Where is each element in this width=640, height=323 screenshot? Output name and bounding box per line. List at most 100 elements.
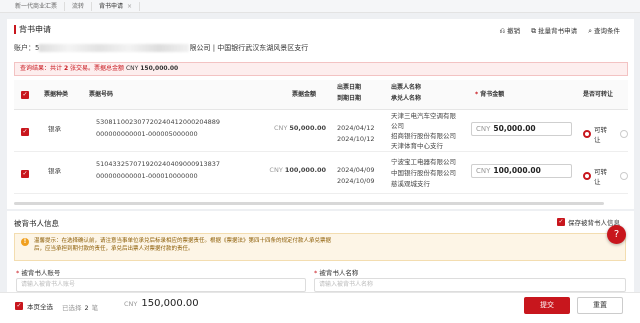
bill-type: 银承: [48, 167, 61, 175]
selected-prefix: 已选择: [62, 304, 82, 312]
acceptor-branch: 天津体育中心支行: [391, 142, 443, 150]
masked-account: [39, 44, 190, 52]
transferable-label: 可转让: [593, 126, 607, 144]
endorse-currency: CNY: [476, 167, 491, 175]
bill-type: 银承: [48, 125, 61, 133]
due-date: 2024/10/09: [337, 177, 375, 185]
checkbox-checked-icon: ✓: [557, 218, 565, 226]
endorsee-title: 被背书人信息: [14, 219, 59, 228]
total-currency: CNY: [124, 300, 138, 308]
bill-number-range: 000000000001-000010000000: [96, 172, 198, 180]
header-number: 票据号码: [89, 91, 114, 98]
page-title: 背书申请: [19, 25, 51, 34]
bill-number-main: 510433257071920240409000913837: [96, 160, 221, 168]
acceptor-name: 中国银行股份有限公司: [391, 169, 456, 177]
query-currency: CNY: [125, 65, 139, 72]
select-all-checkbox[interactable]: ✓: [21, 91, 29, 99]
select-all-label: 本页全选: [27, 303, 53, 311]
radio-selected-icon: [583, 172, 591, 180]
tab-label: 新一代商业汇票: [15, 2, 58, 10]
warning-icon: !: [21, 238, 29, 246]
tab-bar: 新一代商业汇票 流转 背书申请 ×: [0, 0, 640, 13]
transferable-radio[interactable]: 可转让: [583, 124, 628, 144]
help-icon[interactable]: ?: [607, 225, 626, 244]
select-all-page-checkbox[interactable]: ✓ 本页全选: [15, 301, 53, 311]
radio-unselected-icon[interactable]: [620, 130, 628, 138]
radio-selected-icon: [583, 130, 591, 138]
header-issue-date: 出票日期: [337, 84, 362, 91]
selected-unit: 笔: [91, 304, 99, 312]
header-endorse-amount: 背书金额: [480, 91, 505, 98]
table-row: ✓ 银承 530811002307720240412000204889 0000…: [14, 111, 628, 152]
query-prefix: 查询结果：共计: [20, 65, 63, 72]
table-row: ✓ 银承 510433257071920240409000913837 0000…: [14, 153, 628, 194]
query-result-bar: 查询结果：共计 2 张交易。票据总金额 CNY 150,000.00: [14, 62, 628, 76]
endorse-currency: CNY: [476, 125, 491, 133]
endorse-amount-value: 100,000.00: [493, 166, 541, 175]
selected-total: CNY 150,000.00: [124, 298, 199, 309]
warm-tip: ! 温馨提示：在选择确认前，请注意当事单位承兑后标录相应的票据责任。根据《票据法…: [14, 233, 626, 261]
tab-circulation[interactable]: 流转: [65, 1, 93, 11]
endorsement-panel: 背书申请 ⎌ 撤销 ⧉ 批量背书申请 ⌕ 查询条件 账户：5 限公司 | 中国银行武汉东…: [7, 19, 634, 209]
issue-date: 2024/04/09: [337, 166, 375, 174]
table-header: ✓ 票据种类 票据号码 票据金额 出票日期 到期日期 出票人名称 承兑人名称 *…: [14, 80, 628, 110]
search-icon: ⌕: [588, 27, 592, 35]
name-label-text: 被背书人名称: [319, 269, 359, 277]
query-conditions-button[interactable]: ⌕ 查询条件: [588, 25, 620, 36]
account-bank: 限公司 | 中国银行武汉东湖风景区支行: [189, 44, 309, 52]
endorsee-name-label: * 被背书人名称: [314, 267, 358, 277]
query-total: 150,000.00: [140, 65, 179, 72]
tab-label: 流转: [72, 2, 85, 10]
required-star: *: [314, 269, 318, 277]
tab-endorsement-apply[interactable]: 背书申请 ×: [92, 1, 141, 11]
drawer-name: 宁波宝工电器有限公司: [391, 158, 456, 166]
bill-number-range: 000000000001-000005000000: [96, 130, 198, 138]
tab-label: 背书申请: [99, 2, 124, 10]
header-type: 票据种类: [44, 91, 69, 98]
tip-line-2: 后，应当承担到期付款的责任，承兑后出票人对票据付款的责任。: [34, 246, 194, 252]
query-count: 2: [63, 65, 69, 72]
acceptor-branch: 慈溪观城支行: [391, 180, 430, 188]
horizontal-scrollbar[interactable]: [14, 202, 604, 205]
required-star: *: [16, 269, 20, 277]
transferable-radio[interactable]: 可转让: [583, 166, 628, 186]
account-label-text: 被背书人账号: [21, 269, 61, 277]
header-actions: ⎌ 撤销 ⧉ 批量背书申请 ⌕ 查询条件: [499, 25, 620, 36]
undo-label: 撤销: [507, 27, 521, 35]
row-checkbox[interactable]: ✓: [21, 128, 29, 136]
batch-icon: ⧉: [531, 27, 537, 35]
bill-amount: 100,000.00: [284, 166, 326, 174]
endorse-amount-input[interactable]: CNY 50,000.00: [471, 122, 572, 136]
selected-count: 已选择 2 笔: [62, 302, 98, 312]
undo-button[interactable]: ⎌ 撤销: [499, 25, 520, 36]
submit-button[interactable]: 提交: [524, 297, 570, 314]
row-checkbox[interactable]: ✓: [21, 170, 29, 178]
batch-endorse-label: 批量背书申请: [538, 27, 578, 35]
checkbox-checked-icon: ✓: [15, 302, 23, 310]
selected-count-value: 2: [84, 304, 89, 312]
radio-unselected-icon[interactable]: [620, 172, 628, 180]
close-icon[interactable]: ×: [127, 3, 132, 10]
issue-date: 2024/04/12: [337, 124, 375, 132]
endorsee-name-input[interactable]: 请输入被背书人名称: [314, 278, 626, 292]
endorse-amount-input[interactable]: CNY 100,000.00: [471, 164, 572, 178]
batch-endorse-button[interactable]: ⧉ 批量背书申请: [531, 25, 577, 36]
bill-currency: CNY: [269, 166, 283, 174]
endorse-amount-value: 50,000.00: [493, 124, 536, 133]
reset-button[interactable]: 重置: [577, 297, 623, 314]
footer-bar: ✓ 本页全选 已选择 2 笔 CNY 150,000.00 提交 重置: [0, 292, 640, 323]
endorsee-account-input[interactable]: 请输入被背书人账号: [16, 278, 306, 292]
header-drawer: 出票人名称: [391, 84, 422, 91]
header-acceptor: 承兑人名称: [391, 95, 422, 102]
account-info: 账户：5 限公司 | 中国银行武汉东湖风景区支行: [14, 43, 308, 53]
transferable-label: 可转让: [593, 168, 607, 186]
required-star: *: [475, 91, 479, 98]
undo-icon: ⎌: [499, 27, 506, 35]
total-value: 150,000.00: [141, 298, 199, 309]
bill-amount: 50,000.00: [289, 124, 326, 132]
bill-currency: CNY: [273, 124, 288, 132]
tab-commercial-bill[interactable]: 新一代商业汇票: [8, 1, 66, 11]
endorsee-account-label: * 被背书人账号: [16, 267, 60, 277]
header-amount: 票据金额: [292, 91, 317, 98]
tip-line-1: 温馨提示：在选择确认前，请注意当事单位承兑后标录相应的票据责任。根据《票据法》第…: [34, 238, 332, 244]
